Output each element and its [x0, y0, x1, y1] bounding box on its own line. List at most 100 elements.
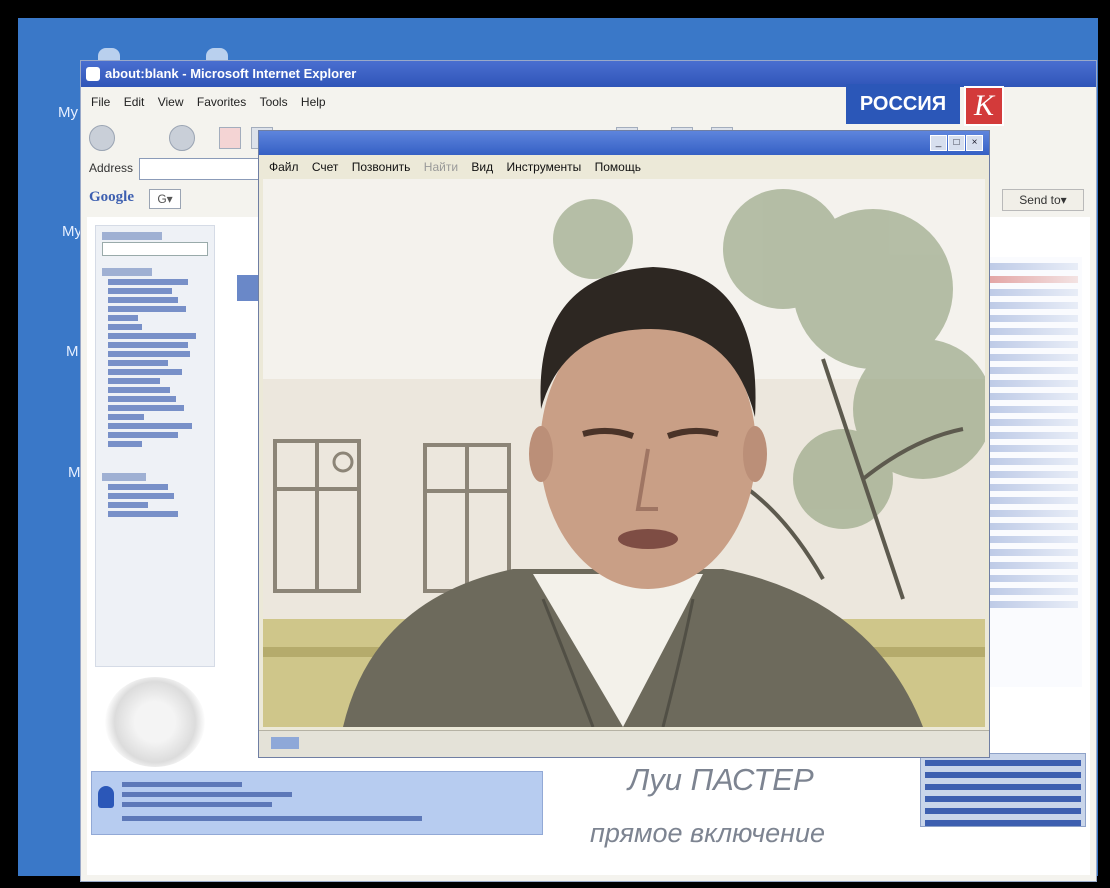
close-icon[interactable]: × — [966, 135, 983, 151]
right-link[interactable] — [986, 523, 1078, 530]
sidebar-link[interactable] — [108, 396, 176, 402]
right-link[interactable] — [986, 354, 1078, 361]
sidebar-link[interactable] — [108, 342, 188, 348]
menu-account-ru[interactable]: Счет — [312, 160, 339, 174]
menu-tools[interactable]: Tools — [260, 95, 288, 109]
right-link[interactable] — [986, 289, 1078, 296]
right-link[interactable] — [986, 341, 1078, 348]
menu-view-ru[interactable]: Вид — [471, 160, 493, 174]
right-link[interactable] — [986, 445, 1078, 452]
sidebar-link[interactable] — [108, 387, 170, 393]
menu-find-ru[interactable]: Найти — [424, 160, 458, 174]
right-link[interactable] — [986, 588, 1078, 595]
info-line[interactable] — [925, 772, 1081, 778]
maximize-icon[interactable]: □ — [948, 135, 965, 151]
send-to-button[interactable]: Send to▾ — [1002, 189, 1084, 211]
right-link[interactable] — [986, 406, 1078, 413]
forward-icon[interactable] — [169, 125, 195, 151]
sidebar-link[interactable] — [108, 378, 160, 384]
right-link[interactable] — [986, 276, 1078, 283]
player-menu-bar: Файл Счет Позвонить Найти Вид Инструмент… — [259, 157, 989, 177]
right-link[interactable] — [986, 601, 1078, 608]
stop-icon[interactable] — [219, 127, 241, 149]
sidebar-link[interactable] — [108, 423, 192, 429]
right-link[interactable] — [986, 419, 1078, 426]
right-link[interactable] — [986, 484, 1078, 491]
menu-tools-ru[interactable]: Инструменты — [506, 160, 581, 174]
sidebar-link[interactable] — [108, 279, 188, 285]
desktop-label[interactable]: M — [68, 464, 81, 481]
channel-logo-letter: К — [964, 86, 1004, 126]
menu-view[interactable]: View — [158, 95, 184, 109]
sidebar-link[interactable] — [108, 360, 168, 366]
right-link[interactable] — [986, 562, 1078, 569]
back-icon[interactable] — [89, 125, 115, 151]
sidebar-link[interactable] — [108, 315, 138, 321]
address-label: Address — [89, 161, 134, 175]
right-link[interactable] — [986, 536, 1078, 543]
right-link[interactable] — [986, 315, 1078, 322]
info-line[interactable] — [925, 784, 1081, 790]
desktop-label[interactable]: My — [58, 104, 78, 121]
notice-line — [122, 792, 292, 797]
menu-call-ru[interactable]: Позвонить — [352, 160, 411, 174]
notice-line — [122, 816, 422, 821]
sidebar-heading — [102, 268, 152, 276]
right-info-box — [920, 753, 1086, 827]
menu-file-ru[interactable]: Файл — [269, 160, 299, 174]
sidebar-link[interactable] — [108, 414, 144, 420]
info-line[interactable] — [925, 796, 1081, 802]
video-chat-window: _ □ × Файл Счет Позвонить Найти Вид Инст… — [258, 130, 990, 758]
left-sidebar — [95, 225, 215, 667]
sidebar-link[interactable] — [108, 405, 184, 411]
right-link[interactable] — [986, 393, 1078, 400]
sidebar-link[interactable] — [108, 369, 182, 375]
menu-help[interactable]: Help — [301, 95, 326, 109]
sidebar-link[interactable] — [108, 306, 186, 312]
sidebar-link[interactable] — [108, 297, 178, 303]
menu-edit[interactable]: Edit — [124, 95, 145, 109]
sidebar-link[interactable] — [108, 441, 142, 447]
player-status-bar — [259, 730, 989, 757]
desktop-label[interactable]: M — [66, 343, 79, 360]
right-link[interactable] — [986, 497, 1078, 504]
sidebar-search-input[interactable] — [102, 242, 208, 256]
right-link[interactable] — [986, 263, 1078, 270]
person-icon — [98, 786, 114, 808]
right-sidebar — [982, 257, 1082, 687]
sidebar-link[interactable] — [108, 432, 178, 438]
sidebar-link[interactable] — [108, 502, 148, 508]
sidebar-link[interactable] — [108, 351, 190, 357]
ornament-image — [105, 677, 205, 767]
google-search-button[interactable]: G▾ — [149, 189, 181, 209]
right-link[interactable] — [986, 432, 1078, 439]
menu-help-ru[interactable]: Помощь — [595, 160, 641, 174]
sidebar-link[interactable] — [108, 511, 178, 517]
info-line[interactable] — [925, 808, 1081, 814]
desktop-label[interactable]: My — [62, 223, 82, 240]
right-link[interactable] — [986, 510, 1078, 517]
menu-favorites[interactable]: Favorites — [197, 95, 246, 109]
right-link[interactable] — [986, 575, 1078, 582]
address-input[interactable] — [139, 158, 261, 180]
browser-title: about:blank - Microsoft Internet Explore… — [105, 66, 357, 81]
sidebar-link[interactable] — [108, 484, 168, 490]
info-line[interactable] — [925, 820, 1081, 826]
sidebar-link[interactable] — [108, 333, 196, 339]
sidebar-link[interactable] — [108, 288, 172, 294]
right-link[interactable] — [986, 471, 1078, 478]
right-link[interactable] — [986, 367, 1078, 374]
player-title-bar[interactable]: _ □ × — [259, 131, 989, 155]
minimize-icon[interactable]: _ — [930, 135, 947, 151]
video-frame-illustration — [263, 179, 985, 727]
right-link[interactable] — [986, 328, 1078, 335]
info-line[interactable] — [925, 760, 1081, 766]
sidebar-link[interactable] — [108, 493, 174, 499]
right-link[interactable] — [986, 549, 1078, 556]
info-notice — [91, 771, 543, 835]
right-link[interactable] — [986, 458, 1078, 465]
right-link[interactable] — [986, 302, 1078, 309]
sidebar-link[interactable] — [108, 324, 142, 330]
menu-file[interactable]: File — [91, 95, 110, 109]
right-link[interactable] — [986, 380, 1078, 387]
